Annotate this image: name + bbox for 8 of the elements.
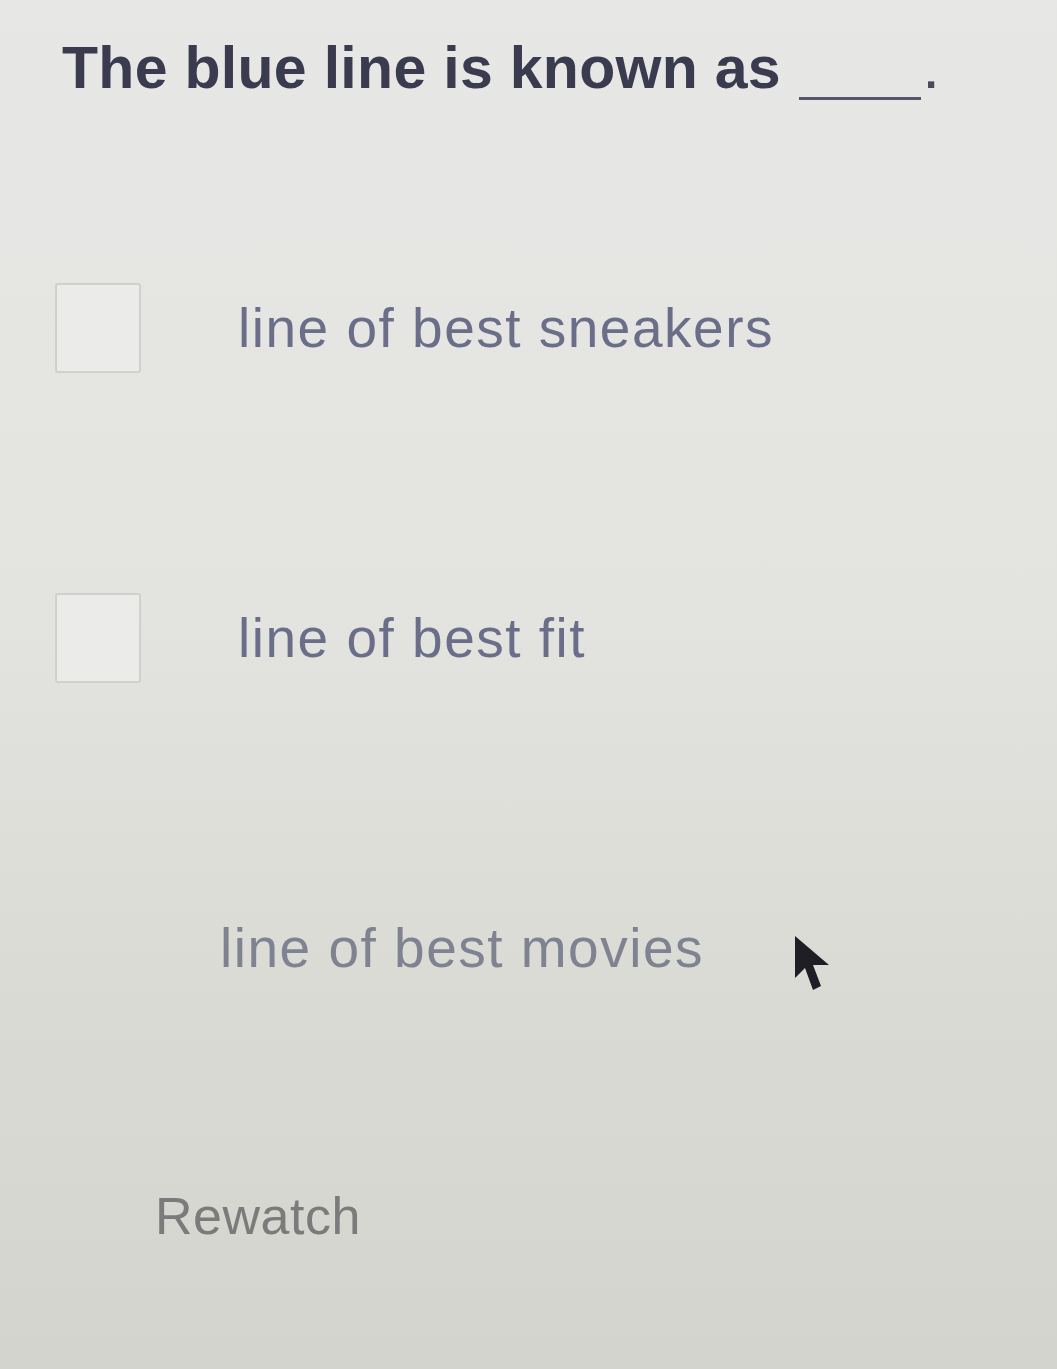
question-period: . [924, 48, 938, 98]
rewatch-link[interactable]: Rewatch [155, 1186, 361, 1246]
option-label[interactable]: line of best fit [238, 606, 587, 670]
checkbox[interactable] [55, 593, 141, 683]
option-label[interactable]: line of best movies [220, 916, 704, 980]
option-label[interactable]: line of best sneakers [238, 296, 774, 360]
question-text: The blue line is known as [62, 34, 781, 102]
checkbox[interactable] [55, 283, 141, 373]
